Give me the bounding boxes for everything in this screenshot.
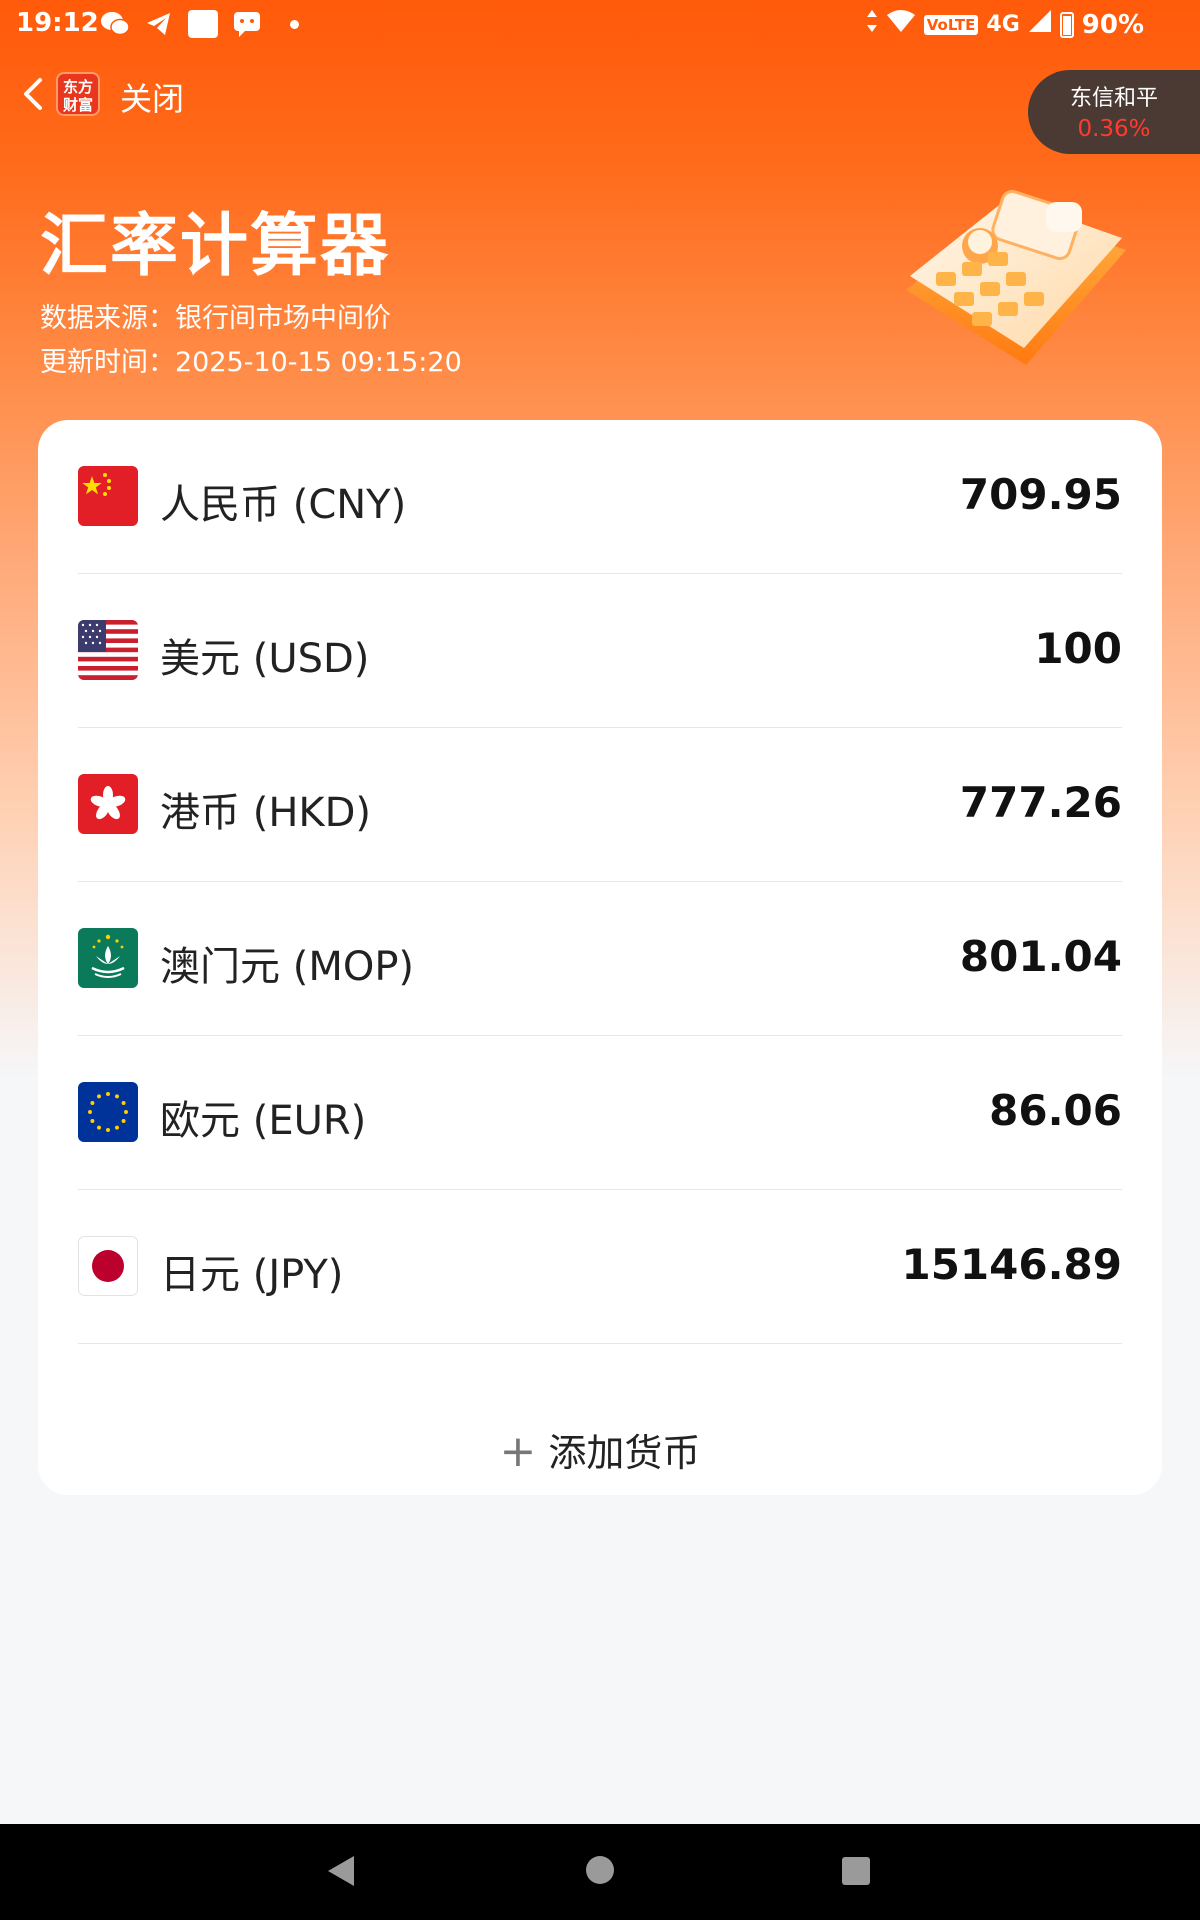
system-nav-bar	[0, 1824, 1200, 1920]
currency-row-jpy[interactable]: 日元 (JPY) 15146.89	[78, 1190, 1122, 1344]
wifi-icon	[886, 9, 916, 40]
cn-flag-icon	[78, 466, 138, 526]
status-bar: 19:12 VoLTE 4G 90%	[0, 0, 1200, 48]
more-notifications-dot	[290, 19, 299, 29]
wechat-icon	[100, 10, 130, 38]
nav-recents-icon[interactable]	[842, 1857, 870, 1885]
battery-icon	[1059, 11, 1074, 38]
page-title: 汇率计算器	[40, 207, 391, 286]
nav-home-icon[interactable]	[586, 1856, 614, 1884]
currency-card: 人民币 (CNY) 709.95 美元 (USD) 100 港币 (HKD) 7…	[38, 420, 1162, 1495]
hk-flag-icon	[78, 774, 138, 834]
volte-badge: VoLTE	[923, 14, 979, 35]
top-nav: 东方 财富 关闭	[0, 64, 1000, 124]
currency-amount[interactable]: 801.04	[960, 932, 1122, 981]
notification-icons	[100, 10, 299, 38]
eastmoney-logo: 东方 财富	[56, 72, 100, 116]
stock-ticker-pill[interactable]: 东信和平 0.36%	[1028, 70, 1200, 154]
currency-amount[interactable]: 86.06	[989, 1086, 1122, 1135]
currency-name: 欧元 (EUR)	[160, 1098, 367, 1144]
stock-name: 东信和平	[1069, 86, 1158, 111]
update-time-text: 更新时间：2025-10-15 09:15:20	[40, 347, 462, 378]
currency-name: 澳门元 (MOP)	[160, 944, 415, 990]
us-flag-icon	[78, 620, 138, 680]
status-indicators: VoLTE 4G 90%	[866, 8, 1144, 41]
chevron-left-icon[interactable]	[14, 70, 50, 118]
currency-amount[interactable]: 100	[1034, 624, 1122, 673]
currency-amount[interactable]: 709.95	[960, 470, 1122, 519]
currency-amount[interactable]: 777.26	[960, 778, 1122, 827]
jp-flag-icon	[78, 1236, 138, 1296]
close-button[interactable]: 关闭	[120, 74, 184, 120]
stock-change: 0.36%	[1077, 116, 1151, 142]
telegram-icon	[144, 10, 174, 38]
currency-row-hkd[interactable]: 港币 (HKD) 777.26	[78, 728, 1122, 882]
currency-name: 人民币 (CNY)	[160, 482, 407, 528]
message-icon	[232, 10, 262, 38]
eu-flag-icon	[78, 1082, 138, 1142]
battery-percent: 90%	[1081, 9, 1144, 40]
currency-row-cny[interactable]: 人民币 (CNY) 709.95	[78, 420, 1122, 574]
currency-name: 美元 (USD)	[160, 636, 370, 682]
currency-row-usd[interactable]: 美元 (USD) 100	[78, 574, 1122, 728]
data-arrows-icon	[866, 8, 878, 41]
add-currency-button[interactable]: + 添加货币	[38, 1422, 1162, 1477]
plus-icon: +	[499, 1426, 537, 1477]
currency-amount[interactable]: 15146.89	[901, 1240, 1122, 1289]
currency-name: 港币 (HKD)	[160, 790, 372, 836]
data-source-text: 数据来源：银行间市场中间价	[40, 303, 391, 334]
currency-row-eur[interactable]: 欧元 (EUR) 86.06	[78, 1036, 1122, 1190]
calculator-illustration	[896, 180, 1136, 380]
add-currency-label: 添加货币	[548, 1431, 701, 1475]
currency-row-mop[interactable]: 澳门元 (MOP) 801.04	[78, 882, 1122, 1036]
currency-name: 日元 (JPY)	[160, 1252, 344, 1298]
nav-back-icon[interactable]	[326, 1854, 356, 1892]
network-type: 4G	[986, 12, 1020, 37]
signal-icon	[1028, 9, 1052, 40]
app-square-icon	[188, 10, 218, 38]
mo-flag-icon	[78, 928, 138, 988]
status-time: 19:12	[16, 8, 99, 38]
